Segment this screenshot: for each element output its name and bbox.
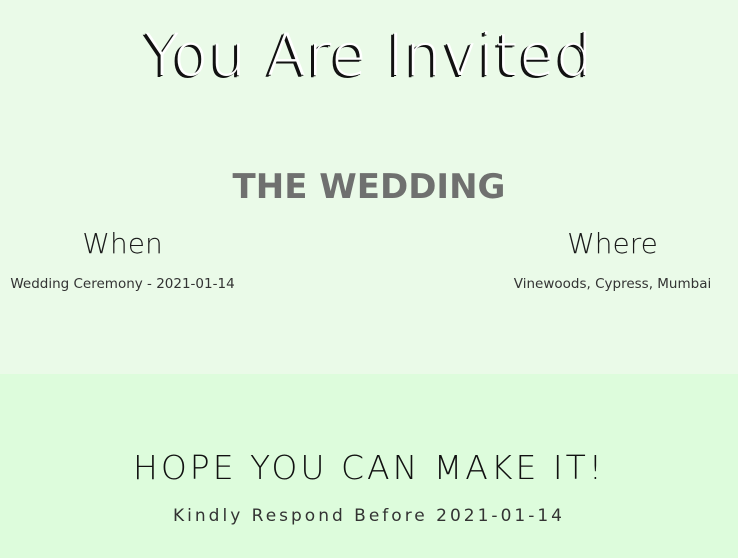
rsvp-deadline: Kindly Respond Before 2021-01-14 <box>173 506 565 526</box>
invitation-title: You Are Invited <box>144 21 594 89</box>
where-column: Where Vinewoods, Cypress, Mumbai <box>490 224 735 294</box>
where-label: Where <box>567 227 658 260</box>
event-heading: THE WEDDING <box>232 167 506 207</box>
invitation-header-section: You Are Invited THE WEDDING When Wedding… <box>0 0 738 374</box>
rsvp-title: HOPE YOU CAN MAKE IT! <box>133 448 605 487</box>
when-label: When <box>82 227 163 260</box>
when-detail: Wedding Ceremony - 2021-01-14 <box>10 276 235 292</box>
when-column: When Wedding Ceremony - 2021-01-14 <box>0 224 245 294</box>
where-detail: Vinewoods, Cypress, Mumbai <box>513 276 712 292</box>
